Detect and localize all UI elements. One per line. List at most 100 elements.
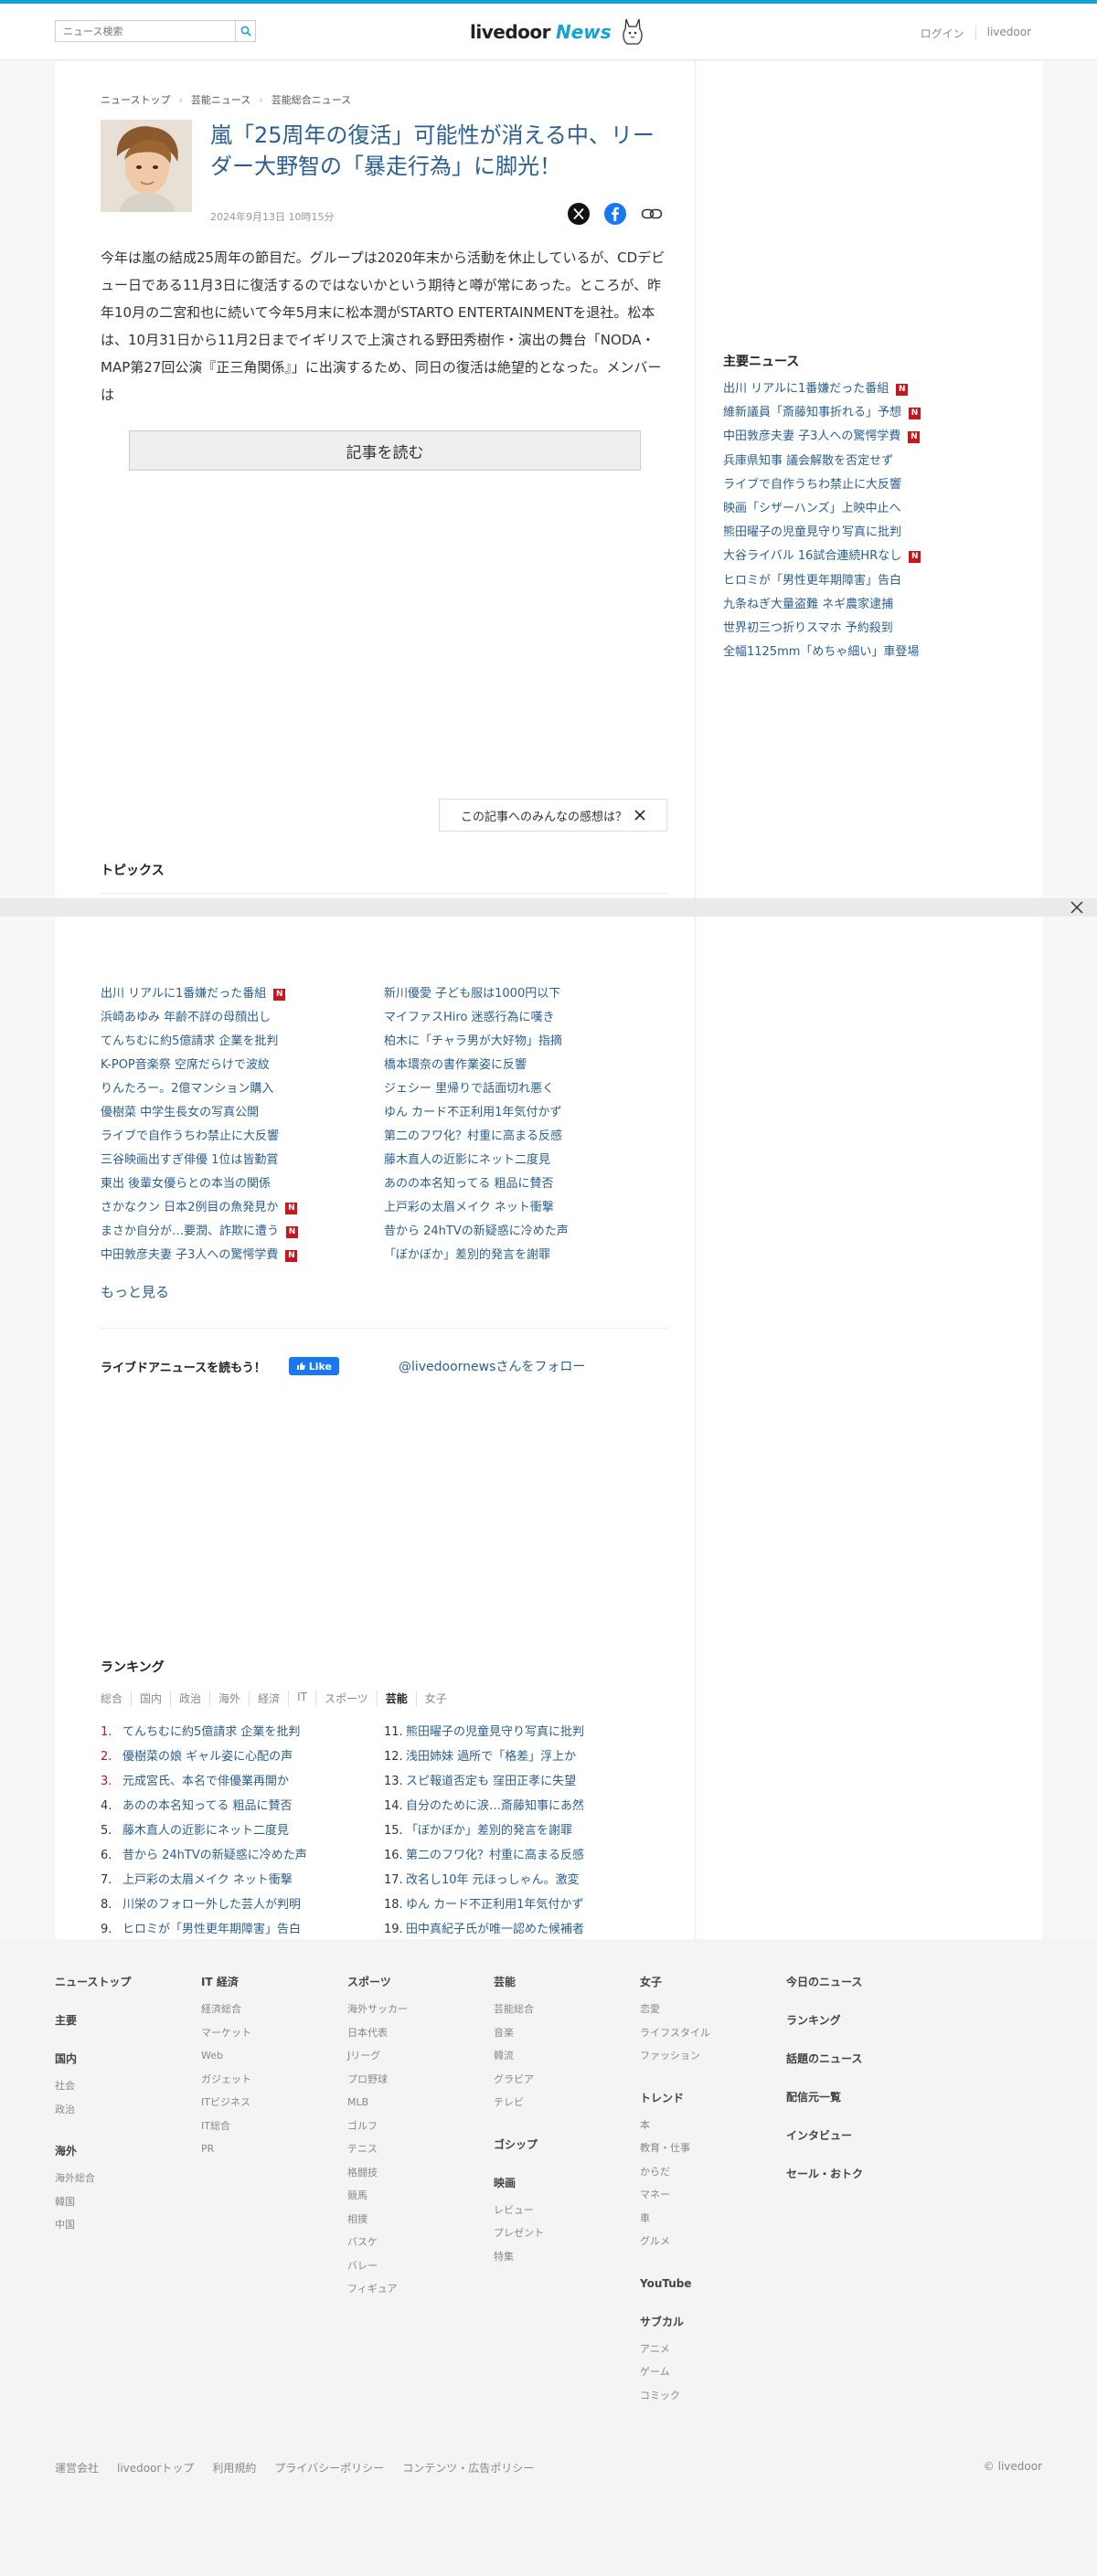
ranking-link[interactable]: 「ぼかぼか」差別的発言を謝罪 [406,1818,572,1843]
major-news-link[interactable]: 大谷ライバル 16試合連続HRなし [723,545,901,568]
topic-link[interactable]: りんたろー。2億マンション購入 [101,1077,273,1101]
footer-link[interactable]: 海外サッカー [347,1998,485,2021]
footer-heading-link[interactable]: 女子 [640,1974,777,1990]
footer-heading-link[interactable]: インタビュー [786,2127,923,2144]
ranking-link[interactable]: 昔から 24hTVの新疑惑に冷めた声 [122,1843,307,1868]
topic-link[interactable]: 昔から 24hTVの新疑惑に冷めた声 [384,1220,569,1244]
ranking-link[interactable]: ゆん カード不正利用1年気付かず [406,1892,583,1917]
topic-link[interactable]: 中田敦彦夫妻 子3人への驚愕学費 [101,1244,278,1267]
site-logo[interactable]: livedoor News [470,16,644,48]
ranking-tab[interactable]: 政治 [170,1691,209,1706]
major-news-link[interactable]: 熊田曜子の児童見守り写真に批判 [723,521,901,545]
footer-heading-link[interactable]: ランキング [786,2012,923,2029]
footer-link[interactable]: 海外総合 [55,2167,192,2190]
footer-link[interactable]: マネー [640,2183,777,2207]
footer-heading-link[interactable]: 芸能 [494,1974,631,1990]
footer-link[interactable]: PR [201,2137,338,2161]
footer-heading-link[interactable]: IT 経済 [201,1974,338,1990]
footer-link[interactable]: プレゼント [494,2221,631,2245]
footer-link[interactable]: 経済総合 [201,1998,338,2021]
footer-bottom-link[interactable]: コンテンツ・広告ポリシー [402,2460,534,2475]
topic-link[interactable]: 新川優愛 子ども服は1000円以下 [384,982,560,1006]
major-news-link[interactable]: 九条ねぎ大量盗難 ネギ農家逮捕 [723,593,893,617]
major-news-link[interactable]: 出川 リアルに1番嫌だった番組 [723,377,889,401]
breadcrumb-news-top[interactable]: ニューストップ [101,92,170,107]
topic-link[interactable]: まさか自分が…要潤、詐欺に遭う [101,1220,279,1244]
major-news-link[interactable]: ライブで自作うちわ禁止に大反響 [723,473,901,497]
ranking-link[interactable]: 川栄のフォロー外した芸人が判明 [122,1892,301,1917]
footer-link[interactable]: 本 [640,2114,777,2137]
major-news-link[interactable]: 維新議員「斎藤知事折れる」予想 [723,401,901,425]
footer-link[interactable]: マーケット [201,2021,338,2045]
footer-heading-link[interactable]: スポーツ [347,1974,485,1990]
share-x-button[interactable] [567,202,591,226]
footer-link[interactable]: 中国 [55,2213,192,2237]
ranking-link[interactable]: 田中真紀子氏が唯一認めた候補者 [406,1917,584,1942]
footer-link[interactable]: ITビジネス [201,2091,338,2115]
ranking-link[interactable]: 自分のために涙…斎藤知事にあ然 [406,1794,584,1818]
footer-link[interactable]: MLB [347,2091,485,2115]
topic-link[interactable]: 第二のフワ化？村重に高まる反感 [384,1125,562,1149]
major-news-link[interactable]: 全幅1125mm「めちゃ細い」車登場 [723,641,919,664]
footer-link[interactable]: フィギュア [347,2277,485,2301]
major-news-link[interactable]: ヒロミが「男性更年期障害」告白 [723,569,901,593]
topic-link[interactable]: ゆん カード不正利用1年気付かず [384,1101,561,1125]
ranking-tab[interactable]: 国内 [131,1691,170,1706]
footer-heading-link[interactable]: 国内 [55,2051,192,2067]
footer-link[interactable]: ガジェット [201,2068,338,2092]
footer-link[interactable]: 芸能総合 [494,1998,631,2021]
topic-link[interactable]: あのの本名知ってる 粗品に賛否 [384,1172,553,1196]
footer-heading-link[interactable]: セール・おトク [786,2166,923,2182]
footer-heading-link[interactable]: ニューストップ [55,1974,192,1990]
footer-link[interactable]: コミック [640,2384,777,2408]
twitter-follow-link[interactable]: @livedoornewsさんをフォロー [399,1357,585,1375]
ranking-link[interactable]: 浅田姉妹 過所で「格差」浮上か [406,1744,576,1769]
banner-close-button[interactable] [1068,898,1086,917]
read-article-button[interactable]: 記事を読む [129,430,641,471]
ranking-link[interactable]: てんちむに約5億請求 企業を批判 [122,1720,300,1744]
footer-heading-link[interactable]: サブカル [640,2314,777,2330]
ranking-link[interactable]: 上戸彩の太眉メイク ネット衝撃 [122,1868,293,1892]
ranking-link[interactable]: ヒロミが「男性更年期障害」告白 [122,1917,301,1942]
topic-link[interactable]: さかなクン 日本2例目の魚発見か [101,1196,278,1220]
footer-link[interactable]: 格闘技 [347,2161,485,2185]
topic-link[interactable]: ジェシー 里帰りで話面切れ悪く [384,1077,554,1101]
footer-link[interactable]: Web [201,2044,338,2068]
more-topics-link[interactable]: もっと見る [101,1282,169,1301]
footer-link[interactable]: 車 [640,2207,777,2231]
footer-link[interactable]: 社会 [55,2074,192,2098]
footer-link[interactable]: バレー [347,2254,485,2278]
topic-link[interactable]: 「ぼかぼか」差別的発言を謝罪 [384,1244,550,1267]
topic-link[interactable]: てんちむに約5億請求 企業を批判 [101,1030,278,1054]
topic-link[interactable]: 藤木直人の近影にネット二度見 [384,1149,550,1172]
major-news-link[interactable]: 兵庫県知事 議会解散を否定せず [723,450,893,473]
footer-link[interactable]: レビュー [494,2199,631,2222]
topic-link[interactable]: 三谷映画出すぎ俳優 1位は皆勤賞 [101,1149,278,1172]
major-news-link[interactable]: 世界初三つ折りスマホ 予約殺到 [723,617,893,641]
major-news-link[interactable]: 映画「シザーハンズ」上映中止へ [723,497,900,521]
ranking-link[interactable]: 優樹菜の娘 ギャル姿に心配の声 [122,1744,293,1769]
footer-heading-link[interactable]: 話題のニュース [786,2051,923,2067]
footer-link[interactable]: グラビア [494,2068,631,2092]
footer-bottom-link[interactable]: 運営会社 [55,2460,99,2475]
footer-link[interactable]: ファッション [640,2044,777,2068]
footer-link[interactable]: ライフスタイル [640,2021,777,2045]
topic-link[interactable]: 上戸彩の太眉メイク ネット衝撃 [384,1196,554,1220]
topic-link[interactable]: ライブで自作うちわ禁止に大反響 [101,1125,279,1149]
facebook-like-button[interactable]: Like [288,1357,339,1375]
ranking-tab[interactable]: 芸能 [376,1691,416,1706]
ranking-tab[interactable]: 海外 [209,1691,249,1706]
breadcrumb-entertainment[interactable]: 芸能ニュース [191,92,250,107]
ranking-tab[interactable]: 経済 [249,1691,288,1706]
footer-link[interactable]: プロ野球 [347,2068,485,2092]
topic-link[interactable]: K-POP音楽祭 空席だらけで波紋 [101,1054,270,1077]
footer-heading-link[interactable]: 配信元一覧 [786,2089,923,2105]
ranking-tab[interactable]: スポーツ [314,1691,377,1706]
topic-link[interactable]: 橋本環奈の書作業姿に反響 [384,1054,527,1077]
footer-bottom-link[interactable]: 利用規約 [212,2460,256,2475]
ranking-link[interactable]: 改名し10年 元ほっしゃん。激変 [406,1868,580,1892]
footer-bottom-link[interactable]: livedoorトップ [117,2460,194,2475]
footer-heading-link[interactable]: 映画 [494,2175,631,2191]
footer-link[interactable]: グルメ [640,2230,777,2253]
footer-link[interactable]: からだ [640,2160,777,2184]
